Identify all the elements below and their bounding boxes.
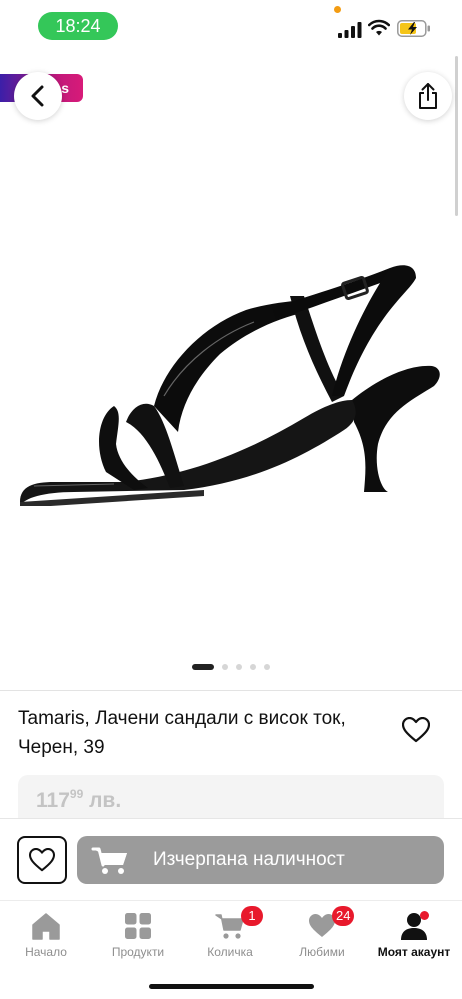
account-notification-dot (420, 911, 429, 920)
tab-home-label: Начало (25, 945, 67, 959)
share-button[interactable] (404, 72, 452, 120)
scrollbar[interactable] (455, 56, 458, 216)
section-divider (0, 690, 462, 691)
product-title: Tamaris, Лачени сандали с висок ток, Чер… (18, 708, 346, 758)
battery-charging-icon (397, 20, 430, 37)
tab-favorites-label: Любими (299, 945, 345, 959)
tab-account[interactable]: Моят акаунт (368, 911, 460, 967)
tab-products-label: Продукти (111, 945, 165, 959)
out-of-stock-button[interactable]: Изчерпана наличност (77, 836, 444, 884)
privacy-dot-icon (334, 6, 341, 13)
tab-cart[interactable]: 1 Количка (184, 906, 276, 967)
home-indicator[interactable] (149, 984, 314, 989)
tab-favorites[interactable]: 24 Любими (276, 906, 368, 967)
pager-dot[interactable] (222, 664, 228, 670)
cart-badge: 1 (241, 906, 263, 926)
pager-dot[interactable] (250, 664, 256, 670)
pager-dot-active[interactable] (192, 664, 214, 670)
tab-home[interactable]: Начало (0, 911, 92, 967)
product-page: 18:24 s Tamaris, Лачени сандали с висок … (0, 0, 462, 999)
share-icon (419, 83, 437, 109)
add-to-favorites-button[interactable] (398, 712, 434, 748)
price: 11799 лв. (36, 787, 122, 813)
price-currency: лв. (89, 789, 122, 812)
back-button[interactable] (14, 72, 62, 120)
purchase-action-bar: Изчерпана наличност (0, 818, 462, 900)
price-cents: 99 (69, 787, 84, 801)
grid-icon (125, 913, 151, 939)
tab-products[interactable]: Продукти (92, 911, 184, 967)
status-time: 18:24 (38, 12, 118, 40)
favorites-badge: 24 (332, 906, 355, 926)
heart-outline-icon (29, 848, 55, 872)
out-of-stock-label: Изчерпана наличност (153, 849, 345, 870)
pager-dot[interactable] (264, 664, 270, 670)
status-bar: 18:24 (0, 0, 462, 56)
home-icon (32, 913, 60, 940)
product-photo-sandal (20, 265, 440, 506)
heart-outline-icon (402, 717, 430, 743)
image-pager[interactable] (0, 662, 462, 672)
wifi-icon (368, 19, 390, 36)
product-image-gallery[interactable]: s (0, 56, 462, 690)
wishlist-button[interactable] (17, 836, 67, 884)
tab-cart-label: Количка (207, 945, 253, 959)
tab-account-label: Моят акаунт (377, 945, 451, 959)
cart-icon (91, 847, 127, 874)
price-whole: 117 (36, 789, 70, 812)
cellular-signal-icon (338, 22, 362, 38)
pager-dot[interactable] (236, 664, 242, 670)
chevron-left-icon (31, 85, 44, 107)
